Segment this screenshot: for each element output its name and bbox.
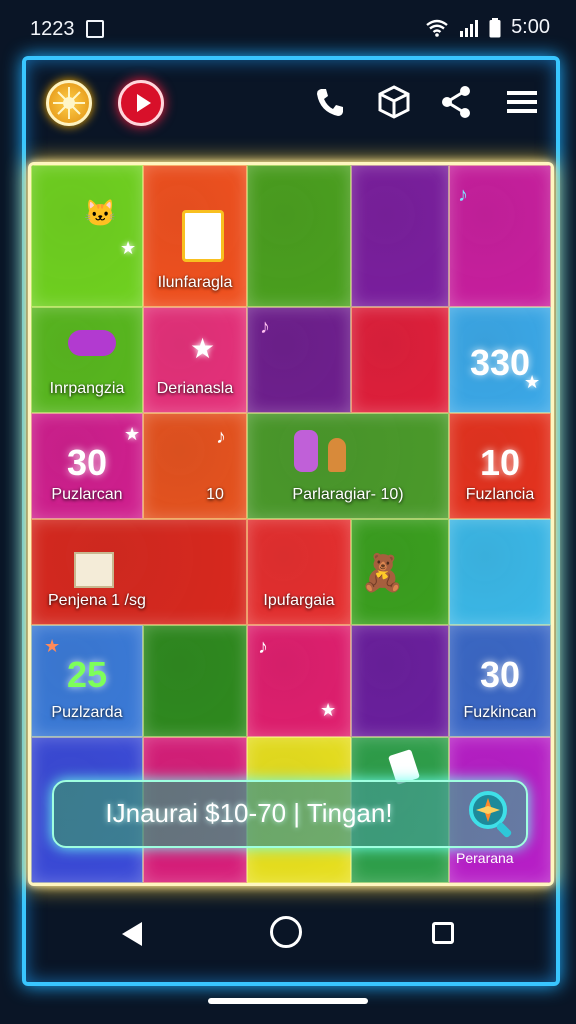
tile-label: Inrpangzia [49, 380, 125, 397]
puzzle-tile[interactable] [351, 165, 449, 307]
puzzle-tile[interactable]: ♪ [449, 165, 551, 307]
music-note-icon: ♪ [258, 636, 268, 658]
tile-label: Fuzlancia [465, 486, 535, 503]
promo-banner[interactable]: IJnaurai $10-70 | Tingan! [52, 780, 528, 848]
sun-icon [53, 87, 85, 119]
puzzle-tile[interactable] [351, 625, 449, 737]
board-row-1: 🐱 ★ Ilunfaragla ♪ [31, 165, 551, 307]
star-icon: ★ [320, 700, 337, 720]
star-icon: ★ [124, 424, 141, 444]
recent-apps-icon[interactable] [432, 922, 454, 944]
music-note-icon: ♪ [216, 426, 226, 448]
puzzle-tile[interactable]: 330 ★ [449, 307, 551, 413]
puzzle-tile[interactable]: Inrpangzia [31, 307, 143, 413]
music-note-icon: ♪ [458, 184, 468, 206]
puzzle-tile[interactable] [143, 625, 247, 737]
play-button[interactable] [118, 80, 164, 126]
tile-number: 10 [479, 442, 521, 483]
puzzle-tile[interactable] [351, 307, 449, 413]
music-note-icon: ♪ [260, 316, 270, 338]
tile-label: Puzlarcan [51, 486, 123, 503]
tile-number: 25 [66, 654, 108, 695]
creature-icon [68, 330, 116, 356]
tile-label: Derianasla [156, 380, 234, 397]
teddy-bear-icon: 🧸 [360, 552, 405, 593]
tile-label: Puzlzarda [51, 704, 123, 721]
star-icon: ★ [120, 238, 137, 258]
share-icon[interactable] [438, 84, 474, 120]
tile-label: Penjena 1 /sg [48, 592, 146, 609]
puzzle-tile[interactable]: 🧸 [351, 519, 449, 625]
puzzle-tile[interactable]: Parlaragiar- 10) [247, 413, 449, 519]
puzzle-tile[interactable]: 30 Fuzkincan [449, 625, 551, 737]
tile-label: Ilunfaragla [157, 274, 233, 291]
top-bar [0, 0, 576, 160]
chess-piece-icon [328, 438, 346, 472]
tile-label: Fuzkincan [463, 704, 537, 721]
puzzle-tile[interactable]: 🐱 ★ [31, 165, 143, 307]
cube-icon[interactable] [376, 84, 412, 120]
star-icon: ★ [44, 636, 61, 656]
tile-label: 10 [206, 486, 224, 503]
banner-text: IJnaurai $10-70 | Tingan! [105, 798, 393, 828]
puzzle-tile[interactable]: 30 Puzlarcan ★ [31, 413, 143, 519]
tile-number: 30 [479, 654, 521, 695]
back-icon[interactable] [122, 922, 142, 946]
gift-box-icon [182, 210, 224, 262]
tile-number: 30 [66, 442, 108, 483]
banner-subtext: Perarana [456, 850, 514, 866]
home-indicator[interactable] [208, 998, 368, 1004]
puzzle-tile[interactable]: ♪ ★ [247, 625, 351, 737]
star-icon: ★ [524, 372, 541, 392]
puzzle-tile[interactable]: Ipufargaia [247, 519, 351, 625]
puzzle-tile[interactable] [449, 519, 551, 625]
puzzle-tile[interactable]: 10 Fuzlancia [449, 413, 551, 519]
tile-label: Ipufargaia [263, 592, 335, 609]
puzzle-tile[interactable]: Ilunfaragla [143, 165, 247, 307]
board-row-5: 25 Puzlzarda ★ ♪ ★ 30 Fuzkincan [31, 625, 551, 737]
figure-icon [294, 430, 318, 472]
puzzle-tile[interactable]: Derianasla ★ [143, 307, 247, 413]
menu-icon[interactable] [504, 84, 540, 120]
phone-icon[interactable] [312, 84, 348, 120]
box-icon [74, 552, 114, 588]
board-row-2: Inrpangzia Derianasla ★ ♪ 330 ★ [31, 307, 551, 413]
puzzle-tile[interactable]: ♪ [247, 307, 351, 413]
puzzle-tile[interactable]: Penjena 1 /sg [31, 519, 247, 625]
home-icon[interactable] [270, 916, 302, 948]
cat-icon: 🐱 [84, 198, 117, 228]
puzzle-tile[interactable]: 25 Puzlzarda ★ [31, 625, 143, 737]
search-icon[interactable] [464, 788, 516, 840]
puzzle-tile[interactable] [247, 165, 351, 307]
puzzle-tile[interactable]: 10 ♪ [143, 413, 247, 519]
board-row-3: 30 Puzlarcan ★ 10 ♪ Parlaragiar- 10) 10 … [31, 413, 551, 519]
tile-label: Parlaragiar- 10) [292, 486, 404, 503]
star-icon: ★ [190, 333, 216, 364]
puzzle-board: 🐱 ★ Ilunfaragla ♪ Inrpangzia Derianasla … [28, 162, 554, 886]
sun-button[interactable] [46, 80, 92, 126]
board-row-4: Penjena 1 /sg Ipufargaia 🧸 [31, 519, 551, 625]
